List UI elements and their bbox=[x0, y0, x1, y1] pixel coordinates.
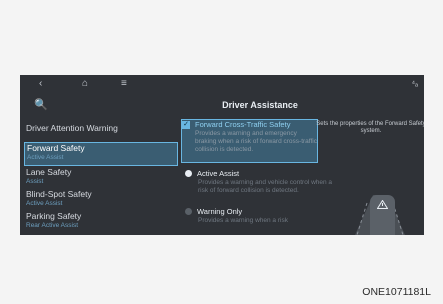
radio-unselected-icon[interactable] bbox=[185, 208, 192, 215]
menu-item-blind-spot-safety[interactable]: Blind-Spot Safety Active Assist bbox=[26, 189, 176, 207]
option-label: Forward Cross-Traffic Safety bbox=[195, 120, 291, 129]
menu-icon[interactable]: ≡ bbox=[121, 78, 127, 90]
info-text: Sets the properties of the Forward Safet… bbox=[316, 121, 424, 134]
menu-item-sub: Active Assist bbox=[27, 154, 64, 161]
menu-item-sub: Active Assist bbox=[26, 200, 63, 207]
option-label: Active Assist bbox=[197, 169, 240, 178]
checkbox-icon[interactable]: ✓ bbox=[182, 120, 190, 129]
option-label: Warning Only bbox=[197, 207, 243, 216]
left-menu: Driver Attention Warning Forward Safety … bbox=[20, 110, 180, 235]
menu-item-label: Forward Safety bbox=[27, 143, 85, 153]
section-driver-attention[interactable]: Driver Attention Warning bbox=[26, 123, 118, 133]
signal-status-icon: ⁴ₐ bbox=[411, 79, 418, 88]
menu-item-lane-safety[interactable]: Lane Safety Assist bbox=[26, 167, 176, 185]
top-bar: ‹ ⌂ ≡ ⁴ₐ bbox=[20, 75, 424, 95]
home-icon[interactable]: ⌂ bbox=[82, 78, 88, 90]
menu-item-sub: Assist bbox=[26, 178, 44, 185]
options-panel: ✓ Forward Cross-Traffic Safety Provides … bbox=[165, 116, 332, 235]
option-desc: Provides a warning and emergency braking… bbox=[195, 130, 317, 153]
infotainment-screen: ‹ ⌂ ≡ ⁴ₐ 🔍 Driver Assistance Driver Atte… bbox=[20, 75, 424, 235]
menu-item-forward-safety[interactable]: Forward Safety Active Assist bbox=[24, 142, 178, 166]
back-icon[interactable]: ‹ bbox=[39, 78, 42, 90]
radio-selected-icon[interactable] bbox=[185, 170, 192, 177]
option-forward-cross-traffic[interactable]: ✓ Forward Cross-Traffic Safety Provides … bbox=[181, 119, 318, 163]
menu-item-parking-safety[interactable]: Parking Safety Rear Active Assist bbox=[26, 211, 176, 229]
menu-item-label: Parking Safety bbox=[26, 211, 82, 221]
menu-item-label: Blind-Spot Safety bbox=[26, 189, 92, 199]
menu-item-sub: Rear Active Assist bbox=[26, 222, 79, 229]
menu-item-label: Lane Safety bbox=[26, 167, 72, 177]
page-title: Driver Assistance bbox=[222, 100, 298, 110]
figure-code: ONE1071181L bbox=[362, 286, 431, 298]
warning-icon bbox=[377, 200, 388, 209]
